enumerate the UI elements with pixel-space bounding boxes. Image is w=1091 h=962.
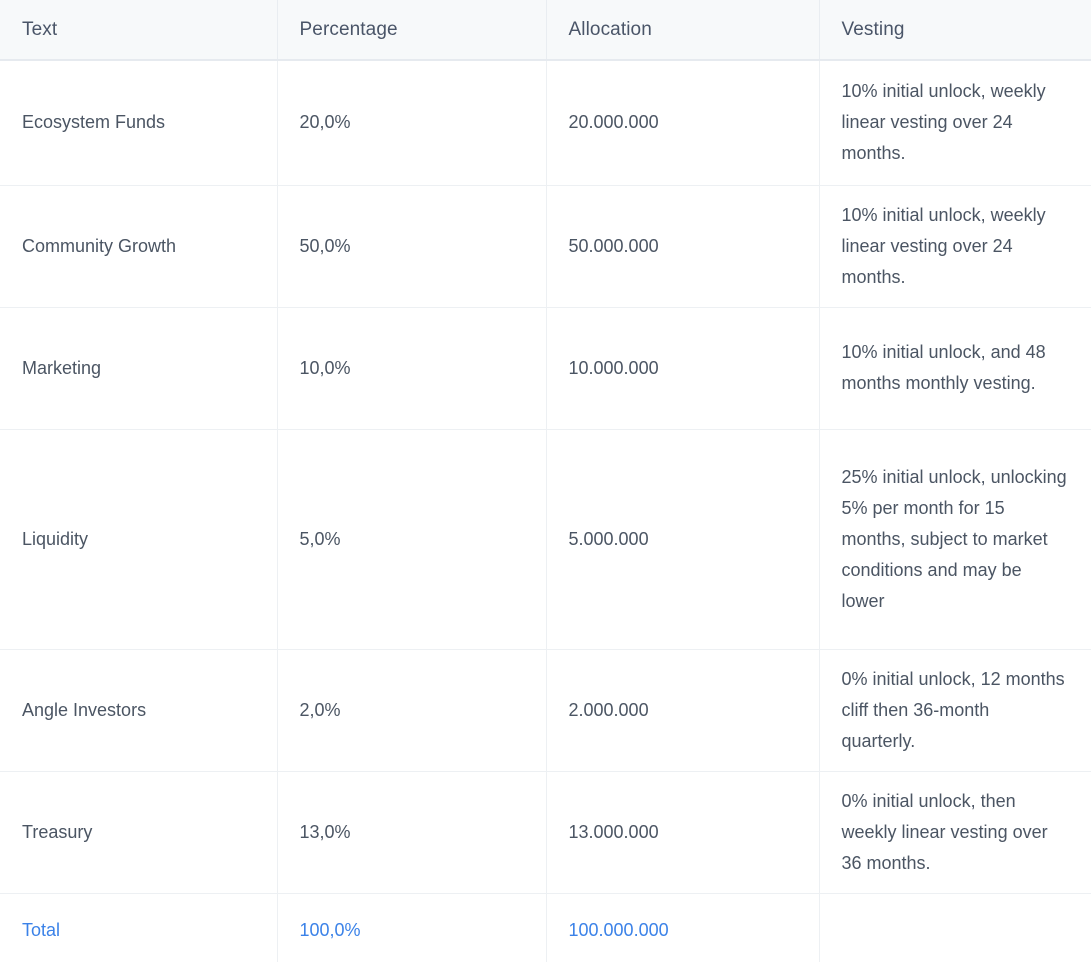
cell-text: Liquidity — [0, 429, 277, 649]
cell-allocation: 20.000.000 — [546, 60, 819, 185]
table-row: Treasury 13,0% 13.000.000 0% initial unl… — [0, 771, 1091, 893]
column-header-text[interactable]: Text — [0, 0, 277, 60]
cell-total-vesting — [819, 893, 1091, 962]
cell-vesting: 25% initial unlock, unlocking 5% per mon… — [819, 429, 1091, 649]
table-header-row: Text Percentage Allocation Vesting — [0, 0, 1091, 60]
cell-percentage: 50,0% — [277, 185, 546, 307]
cell-vesting: 10% initial unlock, weekly linear vestin… — [819, 185, 1091, 307]
cell-text: Marketing — [0, 307, 277, 429]
cell-text: Community Growth — [0, 185, 277, 307]
cell-total-label: Total — [0, 893, 277, 962]
cell-allocation: 13.000.000 — [546, 771, 819, 893]
cell-total-allocation: 100.000.000 — [546, 893, 819, 962]
token-allocation-table: Text Percentage Allocation Vesting Ecosy… — [0, 0, 1091, 962]
table-row: Community Growth 50,0% 50.000.000 10% in… — [0, 185, 1091, 307]
cell-allocation: 50.000.000 — [546, 185, 819, 307]
cell-text: Ecosystem Funds — [0, 60, 277, 185]
cell-vesting: 10% initial unlock, and 48 months monthl… — [819, 307, 1091, 429]
cell-vesting: 0% initial unlock, then weekly linear ve… — [819, 771, 1091, 893]
cell-total-percentage: 100,0% — [277, 893, 546, 962]
cell-allocation: 5.000.000 — [546, 429, 819, 649]
cell-vesting: 10% initial unlock, weekly linear vestin… — [819, 60, 1091, 185]
column-header-percentage[interactable]: Percentage — [277, 0, 546, 60]
cell-text: Treasury — [0, 771, 277, 893]
cell-percentage: 5,0% — [277, 429, 546, 649]
table-total-row: Total 100,0% 100.000.000 — [0, 893, 1091, 962]
table-body: Ecosystem Funds 20,0% 20.000.000 10% ini… — [0, 60, 1091, 962]
column-header-allocation[interactable]: Allocation — [546, 0, 819, 60]
table-row: Angle Investors 2,0% 2.000.000 0% initia… — [0, 649, 1091, 771]
cell-allocation: 2.000.000 — [546, 649, 819, 771]
cell-allocation: 10.000.000 — [546, 307, 819, 429]
table-row: Ecosystem Funds 20,0% 20.000.000 10% ini… — [0, 60, 1091, 185]
cell-percentage: 13,0% — [277, 771, 546, 893]
cell-text: Angle Investors — [0, 649, 277, 771]
allocation-table-container: Text Percentage Allocation Vesting Ecosy… — [0, 0, 1091, 962]
table-row: Marketing 10,0% 10.000.000 10% initial u… — [0, 307, 1091, 429]
cell-percentage: 20,0% — [277, 60, 546, 185]
column-header-vesting[interactable]: Vesting — [819, 0, 1091, 60]
cell-vesting: 0% initial unlock, 12 months cliff then … — [819, 649, 1091, 771]
cell-percentage: 2,0% — [277, 649, 546, 771]
table-header: Text Percentage Allocation Vesting — [0, 0, 1091, 60]
table-row: Liquidity 5,0% 5.000.000 25% initial unl… — [0, 429, 1091, 649]
cell-percentage: 10,0% — [277, 307, 546, 429]
